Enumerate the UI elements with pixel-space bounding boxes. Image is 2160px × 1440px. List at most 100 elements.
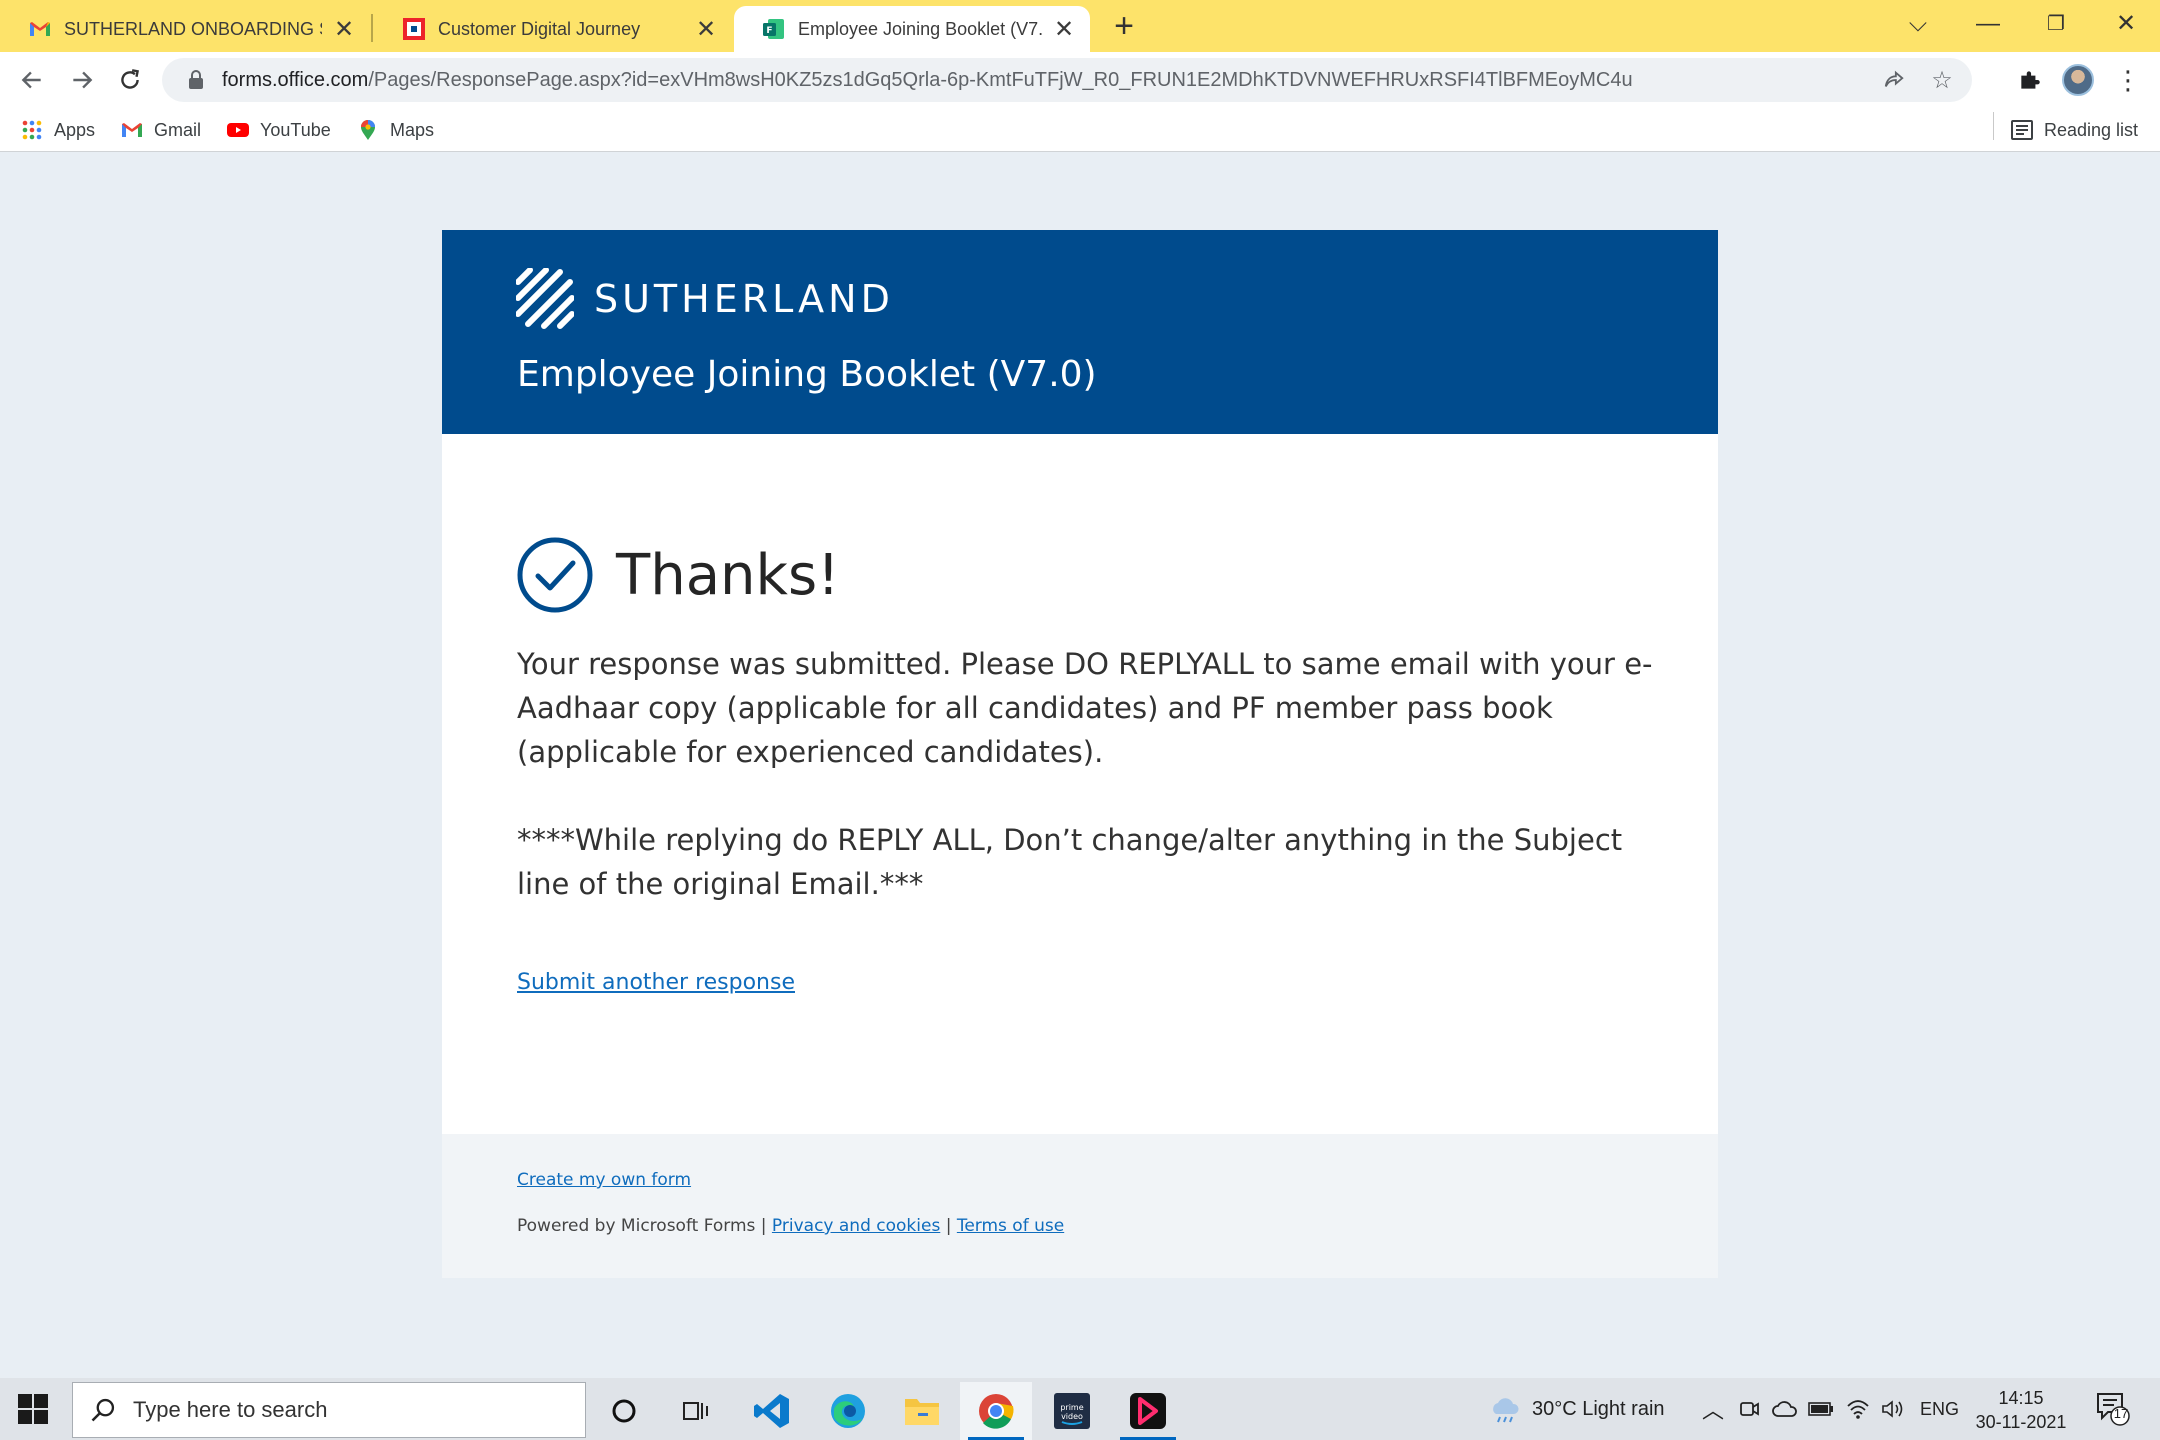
new-tab-button[interactable]: + bbox=[1104, 6, 1144, 46]
tab-gmail[interactable]: SUTHERLAND ONBOARDING SC ✕ bbox=[0, 6, 370, 52]
bookmarks-divider bbox=[1993, 112, 1994, 140]
close-window-button[interactable]: ✕ bbox=[2106, 4, 2146, 44]
weather-widget[interactable]: 30°C Light rain bbox=[1488, 1378, 1665, 1440]
share-icon[interactable] bbox=[1878, 66, 1910, 94]
language-indicator[interactable]: ENG bbox=[1920, 1378, 1959, 1440]
chrome-taskbar-icon[interactable] bbox=[960, 1382, 1032, 1440]
bookmark-star-icon[interactable]: ☆ bbox=[1926, 66, 1958, 94]
thanks-row: Thanks! bbox=[516, 536, 840, 614]
search-icon bbox=[91, 1398, 115, 1422]
search-placeholder: Type here to search bbox=[133, 1397, 328, 1422]
file-explorer-icon[interactable] bbox=[886, 1382, 958, 1440]
message-paragraph-1: Your response was submitted. Please DO R… bbox=[517, 647, 1653, 769]
rain-cloud-icon bbox=[1493, 1398, 1519, 1423]
clock-time: 14:15 bbox=[1998, 1388, 2044, 1408]
battery-icon[interactable] bbox=[1808, 1378, 1834, 1440]
close-tab-icon[interactable]: ✕ bbox=[332, 15, 356, 44]
windows-taskbar: Type here to search prime video 30°C Ligh… bbox=[0, 1378, 2160, 1440]
reading-list-button[interactable]: Reading list bbox=[2010, 116, 2138, 144]
address-bar[interactable]: forms.office.com/Pages/ResponsePage.aspx… bbox=[162, 58, 1972, 102]
tab-search-chevron-icon[interactable]: ⌵ bbox=[1898, 4, 1938, 44]
tab-title: SUTHERLAND ONBOARDING SC bbox=[64, 18, 322, 39]
sutherland-stripes-icon bbox=[516, 268, 574, 329]
forward-arrow-icon bbox=[73, 71, 93, 89]
tab-customer-digital-journey[interactable]: Customer Digital Journey ✕ bbox=[374, 6, 732, 52]
bookmark-label: Gmail bbox=[154, 119, 202, 140]
lock-icon bbox=[182, 70, 210, 90]
bookmark-gmail[interactable]: Gmail bbox=[120, 116, 201, 144]
bookmark-label: Maps bbox=[390, 119, 435, 140]
task-view-icon[interactable] bbox=[660, 1382, 732, 1440]
bookmark-label: Apps bbox=[54, 119, 96, 140]
extensions-puzzle-icon[interactable] bbox=[2012, 62, 2048, 98]
svg-text:prime: prime bbox=[1060, 1403, 1083, 1412]
tab-divider bbox=[371, 14, 373, 42]
url-text: forms.office.com/Pages/ResponsePage.aspx… bbox=[222, 68, 1633, 91]
confirmation-message: Your response was submitted. Please DO R… bbox=[517, 642, 1657, 906]
bookmark-label: YouTube bbox=[260, 119, 331, 140]
reading-list-icon bbox=[2010, 118, 2034, 142]
reading-list-label: Reading list bbox=[2044, 119, 2139, 140]
footer-separator: | bbox=[945, 1216, 952, 1236]
form-footer: Create my own form Powered by Microsoft … bbox=[442, 1134, 1718, 1278]
cortana-icon[interactable] bbox=[588, 1382, 660, 1440]
svg-text:F: F bbox=[766, 26, 772, 36]
minimize-button[interactable]: — bbox=[1968, 4, 2008, 44]
browser-toolbar: forms.office.com/Pages/ResponsePage.aspx… bbox=[0, 52, 2160, 108]
notification-count: 17 bbox=[2113, 1406, 2129, 1421]
bookmark-maps[interactable]: Maps bbox=[356, 116, 434, 144]
form-card: SUTHERLAND Employee Joining Booklet (V7.… bbox=[442, 230, 1718, 1278]
form-title: Employee Joining Booklet (V7.0) bbox=[517, 354, 1097, 395]
tab-employee-joining-booklet[interactable]: F Employee Joining Booklet (V7.0) ✕ bbox=[734, 6, 1090, 52]
forms-icon: F bbox=[763, 19, 784, 39]
vscode-icon[interactable] bbox=[736, 1382, 808, 1440]
back-arrow-icon bbox=[21, 71, 41, 89]
terms-of-use-link[interactable]: Terms of use bbox=[957, 1216, 1064, 1236]
taskbar-clock[interactable]: 14:15 30-11-2021 bbox=[1966, 1386, 2076, 1434]
gmail-icon bbox=[122, 123, 142, 137]
form-header: SUTHERLAND Employee Joining Booklet (V7.… bbox=[442, 230, 1718, 434]
bookmark-apps[interactable]: Apps bbox=[20, 116, 95, 144]
apps-grid-icon bbox=[20, 118, 44, 142]
media-app-icon[interactable] bbox=[1112, 1382, 1184, 1440]
tab-title: Customer Digital Journey bbox=[438, 18, 641, 39]
notification-center-icon[interactable]: 17 bbox=[2094, 1390, 2130, 1426]
volume-icon[interactable] bbox=[1880, 1378, 1906, 1440]
wifi-icon[interactable] bbox=[1846, 1378, 1870, 1440]
thanks-heading: Thanks! bbox=[616, 542, 840, 608]
restore-button[interactable]: ❐ bbox=[2036, 4, 2076, 44]
tab-title: Employee Joining Booklet (V7.0) bbox=[798, 18, 1042, 39]
show-hidden-icons-chevron[interactable]: ︿ bbox=[1702, 1378, 1724, 1440]
powered-by-text: Powered by Microsoft Forms | bbox=[517, 1216, 767, 1236]
bookmarks-bar: Apps Gmail YouTube Maps Reading list bbox=[0, 108, 2160, 152]
weather-text: 30°C Light rain bbox=[1532, 1397, 1665, 1420]
message-paragraph-2: ****While replying do REPLY ALL, Don’t c… bbox=[517, 823, 1623, 901]
powered-by-line: Powered by Microsoft Forms | Privacy and… bbox=[517, 1216, 1064, 1236]
forward-button[interactable] bbox=[62, 60, 102, 100]
submit-another-response-link[interactable]: Submit another response bbox=[517, 970, 795, 995]
chrome-menu-icon[interactable]: ⋮ bbox=[2110, 62, 2146, 98]
bookmark-youtube[interactable]: YouTube bbox=[226, 116, 331, 144]
onedrive-cloud-icon[interactable] bbox=[1772, 1378, 1798, 1440]
brand-wordmark: SUTHERLAND bbox=[594, 277, 894, 321]
windows-start-icon[interactable] bbox=[16, 1392, 50, 1426]
privacy-and-cookies-link[interactable]: Privacy and cookies bbox=[772, 1216, 940, 1236]
meet-now-icon[interactable] bbox=[1738, 1378, 1760, 1440]
sutherland-logo: SUTHERLAND bbox=[516, 268, 894, 330]
checkmark-circle-icon bbox=[517, 537, 593, 613]
close-tab-icon[interactable]: ✕ bbox=[1052, 15, 1076, 44]
reload-button[interactable] bbox=[110, 60, 150, 100]
hdfc-icon bbox=[403, 18, 425, 40]
profile-avatar[interactable] bbox=[2060, 62, 2096, 98]
create-my-own-form-link[interactable]: Create my own form bbox=[517, 1170, 691, 1190]
prime-video-icon[interactable]: prime video bbox=[1036, 1382, 1108, 1440]
youtube-icon bbox=[227, 123, 249, 137]
maps-pin-icon bbox=[361, 120, 375, 140]
taskbar-search-box[interactable]: Type here to search bbox=[72, 1382, 586, 1438]
close-tab-icon[interactable]: ✕ bbox=[694, 15, 718, 44]
edge-browser-icon[interactable] bbox=[812, 1382, 884, 1440]
form-body: Thanks! Your response was submitted. Ple… bbox=[442, 434, 1718, 1134]
back-button[interactable] bbox=[12, 60, 52, 100]
clock-date: 30-11-2021 bbox=[1975, 1412, 2067, 1432]
svg-text:video: video bbox=[1061, 1412, 1083, 1421]
